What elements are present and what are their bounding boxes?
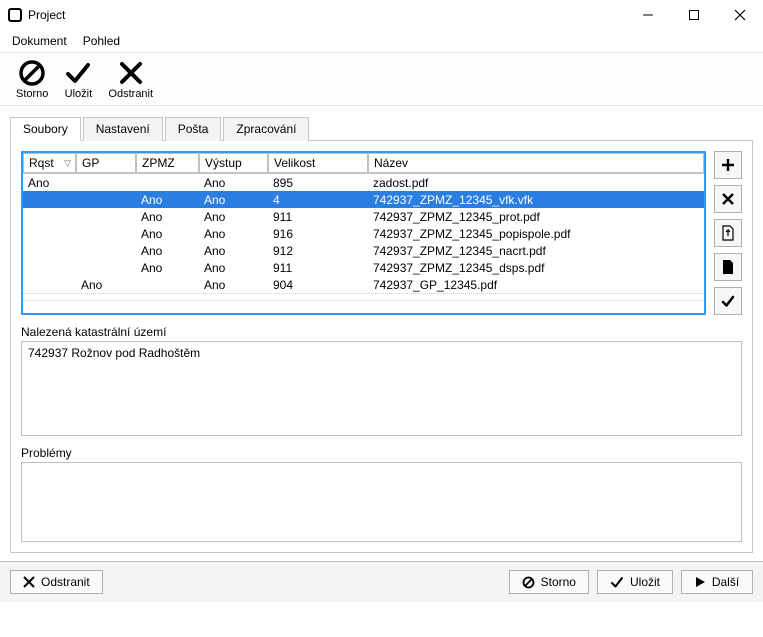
tab-soubory[interactable]: Soubory: [10, 117, 81, 141]
col-rqst[interactable]: Rqst▽: [23, 153, 76, 173]
grid-footer-splitter[interactable]: [23, 293, 704, 301]
problems-label: Problémy: [21, 446, 742, 460]
table-row[interactable]: AnoAno895zadost.pdf: [23, 174, 704, 191]
bottom-bar: Odstranit Storno Uložit Další: [0, 561, 763, 602]
check-icon: [610, 575, 624, 589]
table-cell: 742937_ZPMZ_12345_nacrt.pdf: [368, 244, 704, 258]
grid-body: AnoAno895zadost.pdfAnoAno4742937_ZPMZ_12…: [23, 174, 704, 293]
toolbar-odstranit[interactable]: Odstranit: [100, 56, 161, 102]
toolbar-ulozit[interactable]: Uložit: [56, 56, 100, 102]
next-button[interactable]: Další: [681, 570, 753, 594]
table-row[interactable]: AnoAno916742937_ZPMZ_12345_popispole.pdf: [23, 225, 704, 242]
tab-panel: Rqst▽ GP ZPMZ Výstup Velikost Název AnoA…: [10, 141, 753, 553]
table-cell: Ano: [199, 227, 268, 241]
window-title: Project: [28, 8, 625, 22]
cancel-button[interactable]: Storno: [509, 570, 589, 594]
check-icon: [64, 58, 92, 88]
grid-header: Rqst▽ GP ZPMZ Výstup Velikost Název: [23, 153, 704, 174]
delete-button[interactable]: Odstranit: [10, 570, 103, 594]
table-cell: Ano: [136, 227, 199, 241]
tab-posta[interactable]: Pošta: [165, 117, 222, 141]
table-row[interactable]: AnoAno904742937_GP_12345.pdf: [23, 276, 704, 293]
menu-view[interactable]: Pohled: [77, 32, 126, 50]
grid-side-buttons: [714, 151, 742, 315]
ban-icon: [522, 576, 535, 589]
maximize-button[interactable]: [671, 0, 717, 30]
table-cell: 911: [268, 210, 368, 224]
minimize-button[interactable]: [625, 0, 671, 30]
table-cell: 904: [268, 278, 368, 292]
problems-field[interactable]: [21, 462, 742, 542]
app-icon: [8, 8, 22, 22]
file-button[interactable]: [714, 253, 742, 281]
close-button[interactable]: [717, 0, 763, 30]
confirm-button[interactable]: [714, 287, 742, 315]
table-cell: Ano: [199, 244, 268, 258]
x-icon: [118, 58, 144, 88]
table-cell: 742937_ZPMZ_12345_vfk.vfk: [368, 193, 704, 207]
table-cell: Ano: [136, 210, 199, 224]
table-cell: Ano: [199, 278, 268, 292]
titlebar: Project: [0, 0, 763, 30]
table-cell: 895: [268, 176, 368, 190]
tabstrip: Soubory Nastavení Pošta Zpracování: [10, 116, 753, 141]
table-cell: Ano: [136, 261, 199, 275]
table-cell: 916: [268, 227, 368, 241]
table-row[interactable]: AnoAno4742937_ZPMZ_12345_vfk.vfk: [23, 191, 704, 208]
tab-zpracovani[interactable]: Zpracování: [223, 117, 309, 141]
save-button[interactable]: Uložit: [597, 570, 673, 594]
window-buttons: [625, 0, 763, 30]
col-gp[interactable]: GP: [76, 153, 136, 173]
found-territories-field[interactable]: 742937 Rožnov pod Radhoštěm: [21, 341, 742, 436]
table-cell: Ano: [76, 278, 136, 292]
col-nazev[interactable]: Název: [368, 153, 704, 173]
content: Soubory Nastavení Pošta Zpracování Rqst▽…: [0, 106, 763, 561]
toolbar: Storno Uložit Odstranit: [0, 52, 763, 106]
file-grid[interactable]: Rqst▽ GP ZPMZ Výstup Velikost Název AnoA…: [21, 151, 706, 315]
table-row[interactable]: AnoAno911742937_ZPMZ_12345_prot.pdf: [23, 208, 704, 225]
col-zpmz[interactable]: ZPMZ: [136, 153, 199, 173]
table-cell: Ano: [199, 193, 268, 207]
table-cell: Ano: [199, 210, 268, 224]
table-row[interactable]: AnoAno911742937_ZPMZ_12345_dsps.pdf: [23, 259, 704, 276]
table-cell: Ano: [136, 193, 199, 207]
export-file-button[interactable]: [714, 219, 742, 247]
table-cell: 742937_ZPMZ_12345_popispole.pdf: [368, 227, 704, 241]
table-cell: zadost.pdf: [368, 176, 704, 190]
ban-icon: [18, 58, 46, 88]
col-vystup[interactable]: Výstup: [199, 153, 268, 173]
menu-document[interactable]: Dokument: [6, 32, 73, 50]
table-cell: 912: [268, 244, 368, 258]
table-row[interactable]: AnoAno912742937_ZPMZ_12345_nacrt.pdf: [23, 242, 704, 259]
play-icon: [695, 576, 706, 588]
table-cell: Ano: [23, 176, 76, 190]
remove-button[interactable]: [714, 185, 742, 213]
table-cell: 742937_ZPMZ_12345_prot.pdf: [368, 210, 704, 224]
add-button[interactable]: [714, 151, 742, 179]
found-territories-label: Nalezená katastrální území: [21, 325, 742, 339]
col-velikost[interactable]: Velikost: [268, 153, 368, 173]
table-cell: 911: [268, 261, 368, 275]
table-cell: 4: [268, 193, 368, 207]
table-cell: Ano: [136, 244, 199, 258]
toolbar-storno[interactable]: Storno: [8, 56, 56, 102]
x-icon: [23, 576, 35, 588]
table-cell: 742937_ZPMZ_12345_dsps.pdf: [368, 261, 704, 275]
tab-nastaveni[interactable]: Nastavení: [83, 117, 163, 141]
sort-indicator-icon: ▽: [64, 158, 71, 169]
table-cell: Ano: [199, 176, 268, 190]
table-cell: Ano: [199, 261, 268, 275]
menubar: Dokument Pohled: [0, 30, 763, 52]
table-cell: 742937_GP_12345.pdf: [368, 278, 704, 292]
